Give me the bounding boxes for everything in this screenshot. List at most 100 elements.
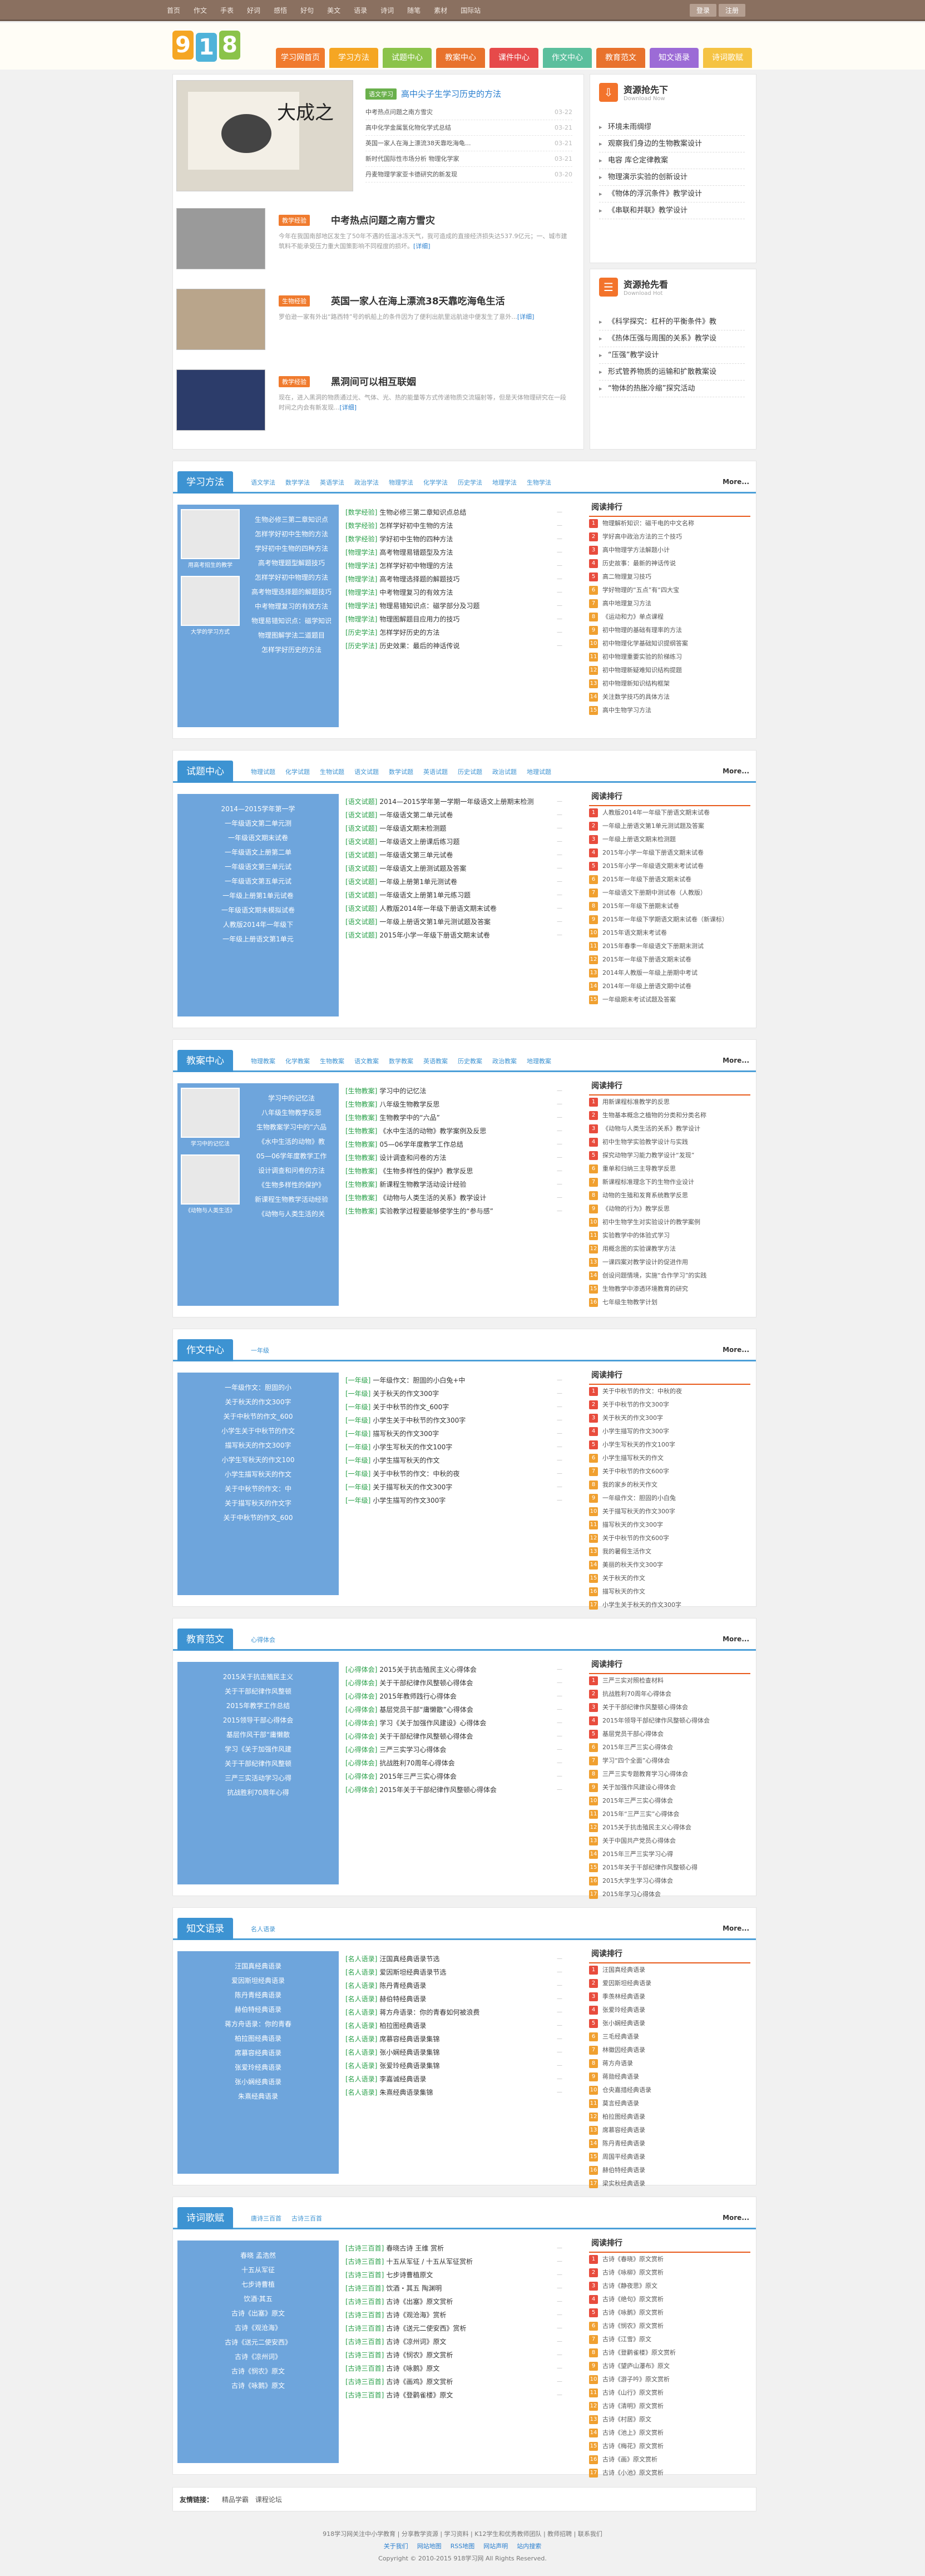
article-category[interactable]: [语文试题]: [345, 878, 377, 886]
article-title[interactable]: 关于中秋节的作文：中秋的夜: [373, 1470, 459, 1478]
article-item[interactable]: [语文试题] 2015年小学一年级下册语文期末试卷: [345, 929, 557, 942]
ranking-title[interactable]: 用概念图的实验课教学方法: [602, 1242, 676, 1256]
ranking-item[interactable]: 9 古诗《望庐山瀑布》原文: [589, 2360, 750, 2373]
article-category[interactable]: [生物教案]: [345, 1181, 377, 1188]
ranking-title[interactable]: 2015年“三严三实”心得体会: [602, 1808, 679, 1821]
ranking-item[interactable]: 7 一年级语文下册期中测试卷（人教版）: [589, 886, 750, 900]
ranking-item[interactable]: 15 周国平经典语录: [589, 2150, 750, 2164]
section-box-item[interactable]: 怎样学好历史的方法: [244, 643, 339, 657]
article-title[interactable]: 怎样学好历史的方法: [379, 629, 439, 636]
ranking-title[interactable]: 初中物理重要实验的阶梯练习: [602, 650, 682, 664]
article-category[interactable]: [一年级]: [345, 1497, 370, 1504]
section-subnav-link[interactable]: 历史学法: [458, 478, 482, 487]
article-category[interactable]: [名人语录]: [345, 1995, 377, 2003]
ranking-title[interactable]: 席慕容经典语录: [602, 2124, 645, 2137]
footer-link[interactable]: RSS地图: [451, 2543, 475, 2550]
article-item[interactable]: [古诗三百首] 古诗《观沧海》赏析: [345, 2308, 557, 2322]
ranking-title[interactable]: 古诗《绝句》原文赏析: [602, 2293, 664, 2306]
article-title[interactable]: 古诗《悯农》原文赏析: [386, 2351, 453, 2359]
top-nav-link[interactable]: 首页: [167, 6, 180, 15]
section-box-item[interactable]: 怎样学好初中物理的方法: [244, 570, 339, 585]
article-title[interactable]: 古诗《送元二使安西》赏析: [386, 2325, 466, 2332]
ranking-item[interactable]: 11 莫言经典语录: [589, 2097, 750, 2110]
ranking-title[interactable]: 赫伯特经典语录: [602, 2164, 645, 2177]
article-title[interactable]: 关于干部纪律作风整顿心得体会: [379, 1733, 473, 1740]
article-item[interactable]: [名人语录] 陈丹青经典语录: [345, 1979, 557, 1992]
article-category[interactable]: [语文试题]: [345, 798, 377, 806]
ranking-title[interactable]: 季羡林经典语录: [602, 1990, 645, 2003]
article-title[interactable]: 怎样学好初中生物的方法: [379, 522, 453, 530]
ranking-item[interactable]: 11 2015年“三严三实”心得体会: [589, 1808, 750, 1821]
news-more-link[interactable]: [详细]: [517, 313, 535, 320]
article-category[interactable]: [古诗三百首]: [345, 2258, 384, 2266]
ranking-item[interactable]: 7 关于中秋节的作文600字: [589, 1465, 750, 1478]
section-box-item[interactable]: 古诗《凉州词》: [177, 2350, 339, 2364]
article-item[interactable]: [心得体会] 抗战胜利70周年心得体会: [345, 1756, 557, 1770]
section-subnav-link[interactable]: 名人语录: [251, 1924, 275, 1933]
ranking-item[interactable]: 13 一课四案对教学设计的促进作用: [589, 1256, 750, 1269]
ranking-item[interactable]: 1 三严三实对照检查材料: [589, 1674, 750, 1687]
section-more-link[interactable]: More...: [723, 1924, 749, 1932]
top-nav-link[interactable]: 语录: [354, 6, 367, 15]
ranking-item[interactable]: 3 一年级上册语文期末检测题: [589, 833, 750, 846]
ranking-title[interactable]: 历史故事：最新的神话传说: [602, 557, 676, 570]
ranking-title[interactable]: 《动物与人类生活的关系》教学设计: [602, 1122, 700, 1136]
ranking-title[interactable]: 古诗《梅花》原文赏析: [602, 2440, 664, 2453]
section-title[interactable]: 作文中心: [177, 1339, 233, 1361]
article-item[interactable]: [数学经验] 怎样学好初中生物的方法: [345, 519, 557, 532]
feature-list-item[interactable]: 新时代国际性市场分析 物理化学家 03-21: [365, 151, 572, 167]
section-box-caption[interactable]: 学习中的记忆法: [181, 1139, 240, 1147]
article-title[interactable]: 2015年三严三实心得体会: [379, 1773, 457, 1780]
article-title[interactable]: 历史效果：最后的神话传说: [379, 642, 459, 650]
article-item[interactable]: [语文试题] 一年级上册语文第1单元测试题及答案: [345, 915, 557, 929]
article-category[interactable]: [语文试题]: [345, 905, 377, 912]
ranking-title[interactable]: 高中物理学方法解题小计: [602, 544, 670, 557]
section-box-item[interactable]: 关于中秋节的作文_600: [177, 1511, 339, 1525]
article-item[interactable]: [心得体会] 2015年关于干部纪律作风整顿心得体会: [345, 1783, 557, 1797]
article-item[interactable]: [古诗三百首] 春晓古诗 王维 赏析: [345, 2242, 557, 2255]
ranking-item[interactable]: 4 初中生物学实验教学设计与实践: [589, 1136, 750, 1149]
article-title[interactable]: 一年级语文第三单元试卷: [379, 851, 453, 859]
article-item[interactable]: [物理学法] 物理易错知识点：磁学部分及习题: [345, 599, 557, 613]
article-item[interactable]: [一年级] 描写秋天的作文300字: [345, 1427, 557, 1440]
section-box-item[interactable]: 2015关于抗击殖民主义: [177, 1670, 339, 1684]
article-title[interactable]: 十五从军征 / 十五从军征赏析: [386, 2258, 473, 2266]
ranking-title[interactable]: 物理解析知识：磁干电的中文名称: [602, 517, 694, 530]
article-title[interactable]: 一年级语文第二单元试卷: [379, 811, 453, 819]
ranking-title[interactable]: 2015年一年级下册期末试卷: [602, 900, 679, 913]
footer-link[interactable]: 网站声明: [483, 2543, 508, 2550]
ranking-item[interactable]: 17 古诗《小池》原文赏析: [589, 2466, 750, 2480]
ranking-item[interactable]: 12 古诗《清明》原文赏析: [589, 2400, 750, 2413]
ranking-item[interactable]: 16 古诗《画》原文赏析: [589, 2453, 750, 2466]
article-category[interactable]: [数学经验]: [345, 522, 377, 530]
article-item[interactable]: [物理学法] 怎样学好初中物理的方法: [345, 559, 557, 573]
ranking-title[interactable]: 实验教学中的体验式学习: [602, 1229, 670, 1242]
ranking-title[interactable]: 古诗《池上》原文赏析: [602, 2426, 664, 2440]
ranking-title[interactable]: 生物基本概念之植物的分类和分类名称: [602, 1109, 706, 1122]
article-title[interactable]: 生物教学中的“六品”: [379, 1114, 439, 1122]
section-box-item[interactable]: 春晓 孟浩然: [177, 2248, 339, 2263]
section-title[interactable]: 诗词歌赋: [177, 2207, 233, 2229]
ranking-item[interactable]: 11 实验教学中的体验式学习: [589, 1229, 750, 1242]
article-category[interactable]: [数学经验]: [345, 535, 377, 543]
ranking-title[interactable]: 基层党员干部心得体会: [602, 1728, 664, 1741]
ranking-title[interactable]: 一年级作文：胆固的小白兔: [602, 1492, 676, 1505]
article-item[interactable]: [名人语录] 柏拉图经典语录: [345, 2019, 557, 2032]
ranking-title[interactable]: 古诗《春晓》原文赏析: [602, 2253, 664, 2266]
ranking-title[interactable]: 2015年关于干部纪律作风整顿心得: [602, 1861, 698, 1874]
article-item[interactable]: [古诗三百首] 古诗《画鸡》原文赏析: [345, 2375, 557, 2389]
article-category[interactable]: [历史学法]: [345, 642, 377, 650]
article-category[interactable]: [语文试题]: [345, 891, 377, 899]
ranking-title[interactable]: 抗战胜利70周年心得体会: [602, 1687, 671, 1701]
section-subnav-link[interactable]: 古诗三百首: [291, 2214, 322, 2223]
ranking-title[interactable]: 2015大学生学习心得体会: [602, 1874, 673, 1888]
ranking-title[interactable]: 汪国真经典语录: [602, 1963, 645, 1977]
article-category[interactable]: [古诗三百首]: [345, 2365, 384, 2372]
article-item[interactable]: [语文试题] 人教版2014年一年级下册语文期末试卷: [345, 902, 557, 915]
ranking-title[interactable]: 初中物理新知识结构框架: [602, 677, 670, 690]
ranking-item[interactable]: 11 初中物理重要实验的阶梯练习: [589, 650, 750, 664]
article-item[interactable]: [古诗三百首] 饮酒・其五 陶渊明: [345, 2282, 557, 2295]
ranking-item[interactable]: 17 小学生关于秋天的作文300字: [589, 1598, 750, 1612]
ranking-title[interactable]: 2015年三严三实心得体会: [602, 1794, 673, 1808]
section-subnav-link[interactable]: 生物试题: [320, 767, 344, 776]
